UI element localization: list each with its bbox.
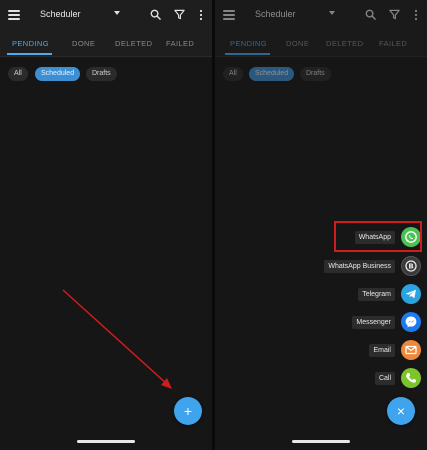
red-arrow-annotation [62,289,172,389]
